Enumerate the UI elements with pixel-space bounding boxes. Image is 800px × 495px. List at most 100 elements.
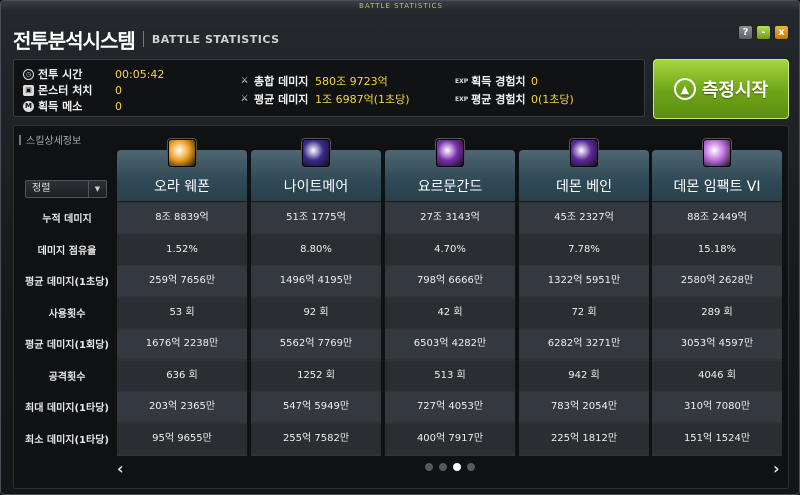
skill-stat-cell: 1252 회 bbox=[251, 360, 381, 391]
row-label: 최대 데미지(1타당) bbox=[25, 403, 109, 414]
start-measure-label: 측정시작 bbox=[701, 80, 769, 101]
demon-impact-icon bbox=[703, 139, 731, 167]
skill-stat-cell: 2580억 2628만 bbox=[652, 266, 782, 296]
next-page-arrow[interactable]: › bbox=[773, 459, 780, 478]
row-label: 평균 데미지(1초당) bbox=[25, 277, 109, 288]
stat-average-exp: EXP 평균 경험치 0(1초당) bbox=[455, 91, 635, 107]
skill-stat-cell: 636 회 bbox=[117, 360, 247, 391]
skill-stat-cell: 400억 7917만 bbox=[385, 423, 515, 454]
sword-icon: ⚔ bbox=[240, 94, 249, 104]
skill-stat-cell: 8.80% bbox=[251, 234, 381, 265]
skill-stat-cell: 783억 2054만 bbox=[519, 392, 649, 422]
page-dot[interactable] bbox=[467, 463, 475, 471]
stat-value: 00:05:42 bbox=[115, 67, 165, 81]
skill-stat-cell: 310억 7080만 bbox=[652, 392, 782, 422]
window-controls: ? - x bbox=[738, 25, 789, 40]
skill-stat-cell: 942 회 bbox=[519, 360, 649, 391]
skill-stat-cell: 289 회 bbox=[652, 297, 782, 328]
sword-icon: ⚔ bbox=[240, 76, 249, 86]
skill-stat-cell: 72 회 bbox=[519, 297, 649, 328]
skill-stat-cell: 1322억 5951만 bbox=[519, 266, 649, 296]
stat-value: 0 bbox=[115, 99, 122, 113]
stat-label: 평균 경험치 bbox=[471, 93, 526, 106]
skill-stat-cell: 92 회 bbox=[251, 297, 381, 328]
skill-column: 데몬 베인 45조 2327억 7.78% 1322억 5951만 72 회 6282억 … bbox=[519, 150, 649, 456]
row-label: 누적 데미지 bbox=[42, 214, 92, 225]
skill-column: 오라 웨폰 8조 8839억 1.52% 259억 7656만 53 회 1676억 22… bbox=[117, 150, 247, 456]
stat-label: 획득 경험치 bbox=[471, 75, 526, 88]
skill-stat-cell: 53 회 bbox=[117, 297, 247, 328]
stat-monster-kills: ▣ 몬스터 처치 0 bbox=[23, 82, 223, 98]
stat-total-damage: ⚔ 총합 데미지 580조 9723억 bbox=[239, 73, 449, 89]
row-label: 평균 데미지(1회당) bbox=[25, 340, 109, 351]
skill-stat-cell: 259억 7656만 bbox=[117, 266, 247, 296]
skill-stat-cell: 42 회 bbox=[385, 297, 515, 328]
stat-value: 0(1초당) bbox=[531, 93, 574, 106]
skill-detail-title: 스킬상세정보 bbox=[19, 132, 81, 147]
stat-label: 획득 메소 bbox=[38, 100, 83, 113]
stat-value: 580조 9723억 bbox=[315, 75, 388, 88]
page-title: 전투분석시스템 bbox=[13, 28, 136, 53]
stat-meso: M 획득 메소 0 bbox=[23, 98, 223, 114]
stat-value: 0 bbox=[115, 83, 122, 97]
stat-label: 총합 데미지 bbox=[254, 75, 309, 88]
skill-name: 데몬 임팩트 VI bbox=[673, 179, 761, 195]
skill-stat-cell: 51조 1775억 bbox=[251, 203, 381, 233]
skill-column: 나이트메어 51조 1775억 8.80% 1496억 4195만 92 회 5562억 … bbox=[251, 150, 381, 456]
skill-stat-cell: 88조 2449억 bbox=[652, 203, 782, 233]
stat-label: 전투 시간 bbox=[38, 68, 83, 81]
battle-statistics-window: BATTLE STATISTICS 전투분석시스템 BATTLE STATIST… bbox=[0, 0, 800, 495]
skill-stat-cell: 8조 8839억 bbox=[117, 203, 247, 233]
prev-page-arrow[interactable]: ‹ bbox=[117, 459, 124, 478]
skill-stat-cell: 6503억 4282만 bbox=[385, 329, 515, 359]
skill-column: 요르문간드 27조 3143억 4.70% 798억 6666만 42 회 6503억 4… bbox=[385, 150, 515, 456]
help-button[interactable]: ? bbox=[738, 25, 753, 40]
window-top-caption: BATTLE STATISTICS bbox=[1, 1, 799, 11]
clock-icon: ◷ bbox=[23, 68, 34, 80]
page-dot[interactable] bbox=[453, 463, 461, 471]
exp-icon: EXP bbox=[455, 95, 469, 103]
row-label: 공격횟수 bbox=[48, 371, 86, 383]
stat-label: 평균 데미지 bbox=[254, 93, 309, 106]
sort-dropdown-value: 정렬 bbox=[32, 183, 51, 194]
row-label: 최소 데미지(1타당) bbox=[25, 434, 109, 446]
sort-dropdown[interactable]: 정렬 ▼ bbox=[25, 180, 107, 198]
nightmare-icon bbox=[302, 139, 330, 167]
skill-stat-cell: 5562억 7769만 bbox=[251, 329, 381, 359]
skill-name: 요르문간드 bbox=[417, 179, 483, 195]
skill-stat-cell: 203억 2365만 bbox=[117, 392, 247, 422]
skill-name: 나이트메어 bbox=[283, 179, 349, 195]
start-measure-button[interactable]: ▲ 측정시작 bbox=[653, 59, 789, 119]
skill-stat-cell: 1676억 2238만 bbox=[117, 329, 247, 359]
minimize-button[interactable]: - bbox=[756, 25, 771, 40]
stat-value: 0 bbox=[531, 74, 538, 88]
start-icon: ▲ bbox=[673, 78, 696, 100]
close-button[interactable]: x bbox=[774, 25, 789, 40]
demon-bane-icon bbox=[570, 139, 598, 167]
stat-label: 몬스터 처치 bbox=[38, 84, 93, 97]
skill-name: 오라 웨폰 bbox=[154, 179, 210, 195]
jormungand-icon bbox=[436, 139, 464, 167]
skill-stat-cell: 255억 7582만 bbox=[251, 423, 381, 454]
row-label: 사용횟수 bbox=[48, 308, 86, 320]
row-label: 데미지 점유율 bbox=[37, 245, 97, 257]
page-dot[interactable] bbox=[439, 463, 447, 471]
skill-stat-cell: 27조 3143억 bbox=[385, 203, 515, 233]
skill-stat-cell: 513 회 bbox=[385, 360, 515, 391]
stat-value: 1조 6987억(1초당) bbox=[315, 93, 410, 106]
skill-stat-cell: 3053억 4597만 bbox=[652, 329, 782, 359]
chevron-down-icon[interactable]: ▼ bbox=[88, 181, 106, 197]
exp-icon: EXP bbox=[455, 77, 469, 85]
skill-stat-cell: 15.18% bbox=[652, 234, 782, 265]
skill-stat-cell: 4.70% bbox=[385, 234, 515, 265]
monster-icon: ▣ bbox=[23, 84, 34, 96]
skill-stat-cell: 547억 5949만 bbox=[251, 392, 381, 422]
skill-stat-cell: 1.52% bbox=[117, 234, 247, 265]
page-dot[interactable] bbox=[425, 463, 433, 471]
title-bar: 전투분석시스템 BATTLE STATISTICS bbox=[13, 21, 280, 57]
skill-stat-cell: 727억 4053만 bbox=[385, 392, 515, 422]
page-subtitle: BATTLE STATISTICS bbox=[151, 32, 280, 46]
skill-stat-cell: 1496억 4195만 bbox=[251, 266, 381, 296]
meso-icon: M bbox=[23, 100, 34, 112]
stat-average-damage: ⚔ 평균 데미지 1조 6987억(1초당) bbox=[239, 91, 449, 107]
